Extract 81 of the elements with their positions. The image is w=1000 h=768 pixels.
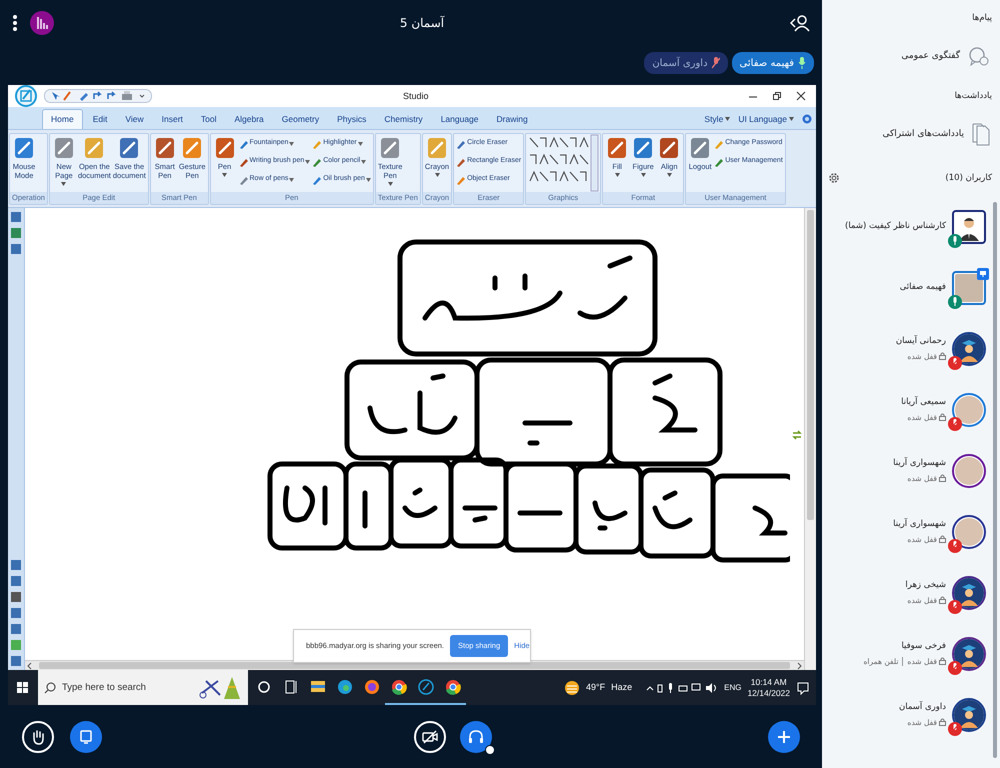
shape-gallery-drawing[interactable]	[527, 134, 600, 192]
menu-dropdown[interactable]: Style	[704, 112, 730, 126]
talker-indicator[interactable]: داوری آسمان	[644, 52, 728, 74]
taskbar-search-field[interactable]: Type here to search	[38, 670, 248, 705]
actions-button[interactable]	[768, 720, 800, 752]
camera-off-icon	[422, 730, 438, 744]
toolbar-tool-icon[interactable]	[10, 211, 22, 223]
chat-icon	[968, 46, 990, 68]
user-list-item[interactable]: کارشناس ناظر کیفیت (شما)	[822, 196, 986, 257]
window-title: Studio	[403, 90, 429, 103]
scrollbar-thumb[interactable]	[39, 662, 790, 669]
toolbar-tool-icon[interactable]	[10, 559, 22, 571]
tool-icon	[456, 174, 466, 184]
users-toggle-icon[interactable]	[790, 14, 810, 32]
ribbon-tab[interactable]: Chemistry	[376, 109, 431, 129]
toolbar-tool-icon[interactable]	[10, 243, 22, 255]
clock-time: 10:14 AM	[750, 676, 787, 688]
close-icon[interactable]	[796, 91, 806, 101]
tool-icon	[456, 156, 466, 166]
search-input[interactable]: Type here to search	[62, 676, 192, 700]
documents-icon	[972, 123, 990, 147]
menu-dropdown[interactable]: UI Language	[738, 112, 794, 126]
headphones-icon	[468, 729, 484, 744]
toolbar-tool-icon[interactable]	[10, 227, 22, 239]
temperature-text: 49°F	[586, 680, 606, 694]
ribbon-tab[interactable]: Drawing	[488, 109, 536, 129]
talker-indicator[interactable]: فهیمه صفائی	[732, 52, 814, 74]
section-heading: پیام‌ها	[972, 12, 992, 24]
tool-icon	[312, 174, 322, 184]
section-heading: یادداشت‌ها	[954, 90, 992, 102]
share-screen-button[interactable]	[70, 720, 102, 752]
scrollbar-thumb[interactable]	[993, 202, 997, 758]
user-list-item[interactable]: فهیمه صفائی	[822, 257, 986, 318]
notifications-icon[interactable]	[796, 680, 810, 694]
settings-icon[interactable]	[828, 172, 840, 184]
maximize-icon[interactable]	[772, 91, 782, 101]
toolbar-tool-icon[interactable]	[10, 607, 22, 619]
ribbon-tab[interactable]: Home	[42, 109, 83, 129]
more-menu-icon[interactable]	[12, 14, 18, 32]
audio-button[interactable]	[460, 720, 492, 752]
bar-chart-logo-icon	[30, 11, 54, 35]
plus-icon	[777, 730, 791, 744]
caret-icon	[789, 117, 794, 121]
ribbon-tab[interactable]: View	[117, 109, 152, 129]
scrollbar-thumb[interactable]	[807, 210, 814, 520]
ribbon-tab[interactable]: Tool	[192, 109, 224, 129]
caret-icon	[725, 117, 730, 121]
search-icon	[44, 682, 56, 694]
tool-icon	[312, 138, 322, 148]
screen-icon	[80, 730, 92, 744]
weather-haze-icon	[564, 680, 580, 696]
toolbar-tool-icon[interactable]	[10, 591, 22, 603]
ribbon-tab[interactable]: Algebra	[226, 109, 272, 129]
ribbon-tab[interactable]: Edit	[84, 109, 116, 129]
muted-mic-icon	[712, 57, 720, 69]
tool-icon	[714, 138, 724, 148]
ribbon-tab[interactable]: Language	[432, 109, 487, 129]
tool-icon	[425, 136, 449, 160]
camera-off-button[interactable]	[414, 720, 446, 752]
ribbon-tab[interactable]: Insert	[154, 109, 191, 129]
raise-hand-button[interactable]	[22, 720, 54, 752]
mic-icon	[798, 57, 806, 69]
toolbar-tool-icon[interactable]	[10, 623, 22, 635]
toolbar-tool-icon[interactable]	[10, 575, 22, 587]
toolbar-tool-icon[interactable]	[10, 655, 22, 667]
section-heading: کاربران (10)	[945, 172, 992, 184]
public-chat-item[interactable]: گفتگوی عمومی	[822, 30, 1000, 84]
shared-notes-item[interactable]: یادداشت‌های اشتراکی	[822, 108, 1000, 162]
ribbon-tab[interactable]: Geometry	[274, 109, 328, 129]
clock-date: 12/14/2022	[747, 688, 790, 698]
hand-icon	[31, 728, 45, 744]
ribbon-tab[interactable]: Physics	[329, 109, 374, 129]
tool-icon	[714, 156, 724, 166]
tool-icon	[456, 138, 466, 148]
page-arrows-icon[interactable]	[792, 430, 802, 440]
meeting-title: آسمان 5	[400, 15, 444, 32]
tool-icon	[12, 136, 36, 160]
input-language-text: ENG	[724, 682, 742, 694]
weather-text: Haze	[611, 680, 632, 694]
tool-icon	[312, 156, 322, 166]
help-icon[interactable]	[802, 114, 812, 124]
